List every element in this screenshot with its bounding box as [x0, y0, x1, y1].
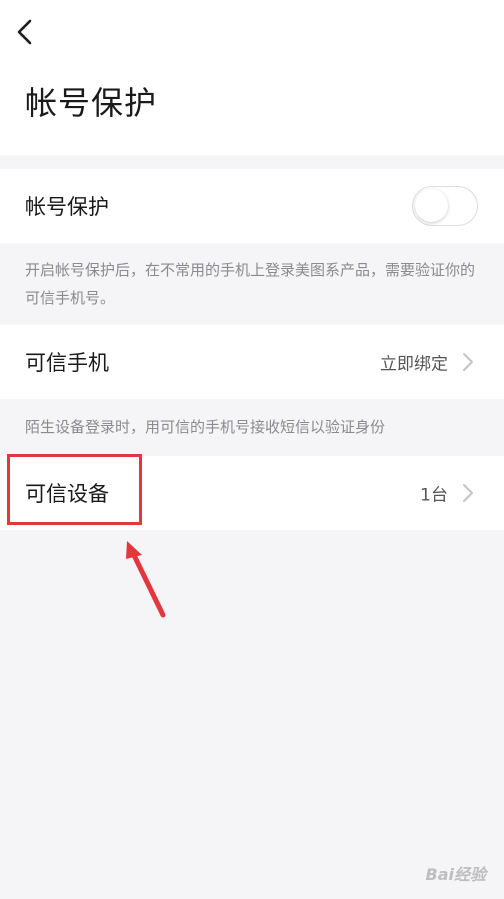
back-button[interactable]	[12, 16, 40, 48]
page-title: 帐号保护	[25, 84, 158, 122]
trusted-phone-row[interactable]: 可信手机 立即绑定	[0, 325, 504, 399]
trusted-phone-label: 可信手机	[25, 351, 109, 375]
trusted-phone-value: 立即绑定	[380, 354, 448, 375]
account-protection-note: 开启帐号保护后，在不常用的手机上登录美图系产品，需要验证你的可信手机号。	[25, 261, 476, 307]
account-protection-row: 帐号保护	[0, 169, 504, 243]
account-protection-toggle[interactable]	[412, 186, 478, 226]
annotation-highlight-box	[7, 454, 142, 525]
chevron-right-icon	[463, 353, 473, 371]
trusted-device-value: 1台	[420, 485, 448, 506]
annotation-arrow-icon	[126, 541, 166, 618]
chevron-right-icon	[463, 484, 473, 502]
toggle-knob	[415, 189, 448, 222]
trusted-phone-note: 陌生设备登录时，用可信的手机号接收短信以验证身份	[25, 418, 386, 436]
page-header: 帐号保护	[0, 0, 504, 155]
watermark: Bai经验	[425, 865, 486, 884]
account-protection-label: 帐号保护	[25, 195, 109, 219]
chevron-left-icon	[17, 19, 32, 45]
